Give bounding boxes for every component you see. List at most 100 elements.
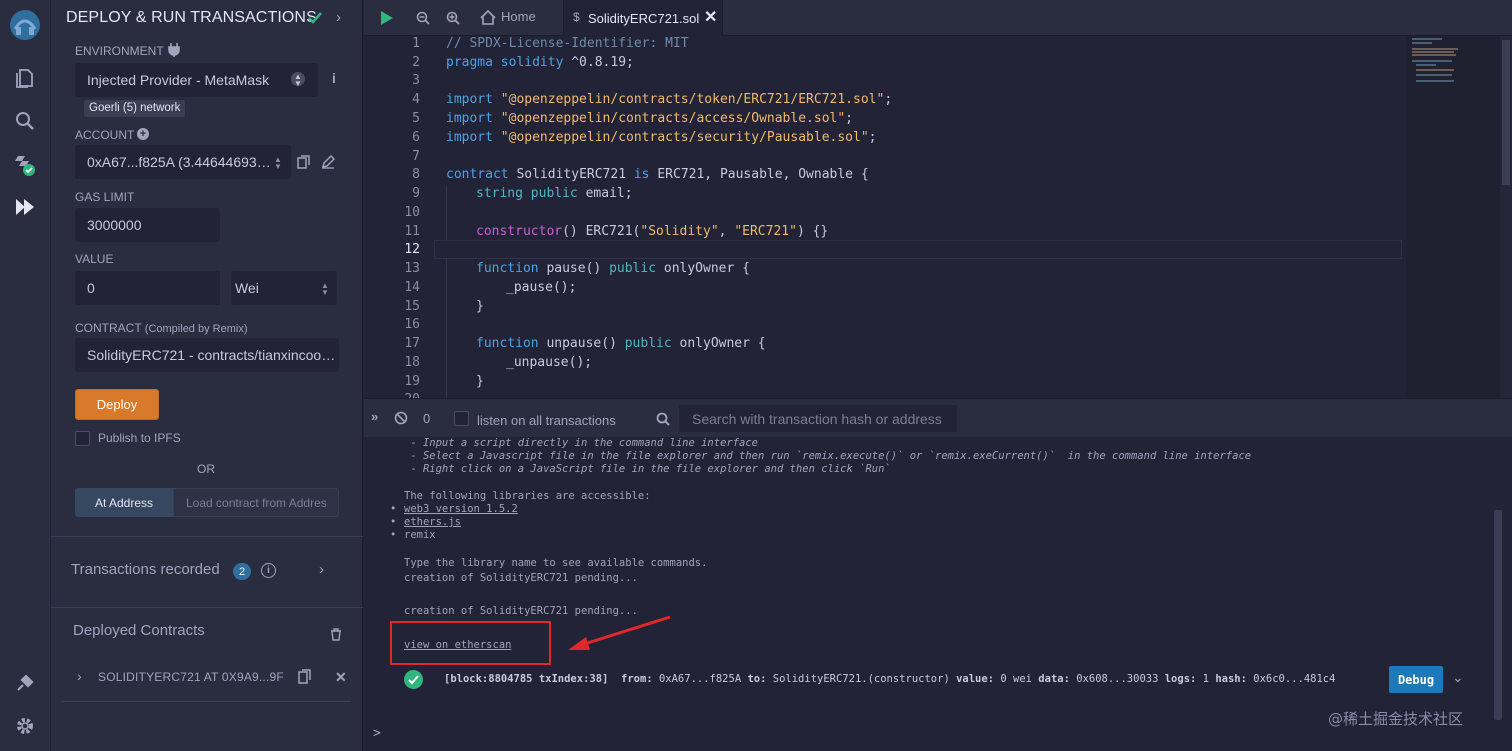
remix-logo-icon[interactable] <box>0 4 50 46</box>
terminal-line: remix <box>404 529 436 541</box>
plugin-manager-icon[interactable] <box>0 661 50 705</box>
copy-icon[interactable] <box>298 669 311 684</box>
deployed-contract-item[interactable]: SOLIDITYERC721 AT 0X9A9...9F <box>98 670 284 684</box>
select-arrows-icon: ▲ ▼ <box>321 281 329 297</box>
code-line: } <box>476 374 484 389</box>
line-number: 17 <box>404 336 420 351</box>
chevron-right-icon[interactable]: › <box>77 668 82 684</box>
line-number: 11 <box>404 224 420 239</box>
icon-bar <box>0 0 50 751</box>
active-file-name: SolidityERC721.sol <box>588 11 700 26</box>
divider <box>51 607 363 608</box>
file-explorer-icon[interactable] <box>0 56 50 100</box>
bullet: • <box>390 529 397 541</box>
ethers-link[interactable]: ethers.js <box>404 516 461 528</box>
line-number: 8 <box>412 167 420 182</box>
zoom-out-icon[interactable] <box>416 11 430 25</box>
clear-console-icon[interactable] <box>394 411 408 425</box>
line-number: 12 <box>404 242 420 257</box>
at-address-button[interactable]: At Address <box>75 488 173 517</box>
load-contract-input[interactable]: Load contract from Addres <box>173 488 339 517</box>
line-number: 14 <box>404 280 420 295</box>
zoom-in-icon[interactable] <box>446 11 460 25</box>
edit-icon[interactable] <box>321 155 335 169</box>
transaction-summary[interactable]: [block:8804785 txIndex:38] from: 0xA67..… <box>444 673 1335 685</box>
run-script-icon[interactable] <box>380 10 394 26</box>
chevron-right-icon[interactable]: › <box>319 561 324 578</box>
code-line: import "@openzeppelin/contracts/token/ER… <box>446 92 893 107</box>
chevron-right-icon[interactable]: › <box>336 9 341 26</box>
terminal-line: Type the library name to see available c… <box>404 557 708 569</box>
listen-label: listen on all transactions <box>477 413 616 428</box>
listen-checkbox[interactable] <box>454 411 469 426</box>
info-icon[interactable]: i <box>261 563 276 578</box>
account-select[interactable]: 0xA67...f825A (3.44644693… <box>75 145 291 179</box>
publish-ipfs-checkbox[interactable] <box>75 431 90 446</box>
terminal-line: The following libraries are accessible: <box>404 490 651 502</box>
transaction-search-input[interactable]: Search with transaction hash or address <box>679 405 957 432</box>
info-icon[interactable]: i <box>332 70 336 86</box>
settings-gear-icon[interactable] <box>0 704 50 748</box>
current-line-highlight <box>434 240 1402 259</box>
line-number: 7 <box>412 149 420 164</box>
code-line: function pause() public onlyOwner { <box>476 261 750 276</box>
search-icon[interactable] <box>0 99 50 143</box>
line-number: 18 <box>404 355 420 370</box>
watermark: @稀土掘金技术社区 <box>1328 710 1464 728</box>
gas-limit-label: GAS LIMIT <box>75 190 135 204</box>
line-number: 9 <box>412 186 420 201</box>
bullet: • <box>390 503 397 515</box>
pending-count: 0 <box>423 411 431 426</box>
line-number: 5 <box>412 111 420 126</box>
collapse-terminal-icon[interactable]: » <box>371 409 378 424</box>
transactions-count-badge: 2 <box>233 563 251 580</box>
debug-button[interactable]: Debug <box>1389 666 1443 693</box>
environment-label: ENVIRONMENT <box>75 44 164 58</box>
gas-limit-input[interactable]: 3000000 <box>75 208 220 242</box>
contract-sublabel: (Compiled by Remix) <box>144 323 248 335</box>
code-line: string public email; <box>476 186 633 201</box>
code-line: // SPDX-License-Identifier: MIT <box>446 36 689 51</box>
trash-icon[interactable] <box>330 628 342 641</box>
deploy-run-icon[interactable] <box>0 185 50 229</box>
check-icon <box>308 12 322 24</box>
search-icon <box>656 412 670 426</box>
code-editor[interactable]: 1 2 3 4 5 6 7 8 9 10 11 12 13 14 15 16 1… <box>364 36 1512 398</box>
web3-link[interactable]: web3 version 1.5.2 <box>404 503 518 515</box>
editor-scrollbar[interactable] <box>1500 36 1512 398</box>
success-check-icon <box>404 670 423 689</box>
terminal-prompt[interactable]: > <box>373 726 381 741</box>
line-number: 3 <box>412 73 420 88</box>
terminal-scrollbar[interactable] <box>1494 510 1502 720</box>
value-input[interactable]: 0 <box>75 271 220 305</box>
transactions-recorded-label[interactable]: Transactions recorded <box>71 561 220 578</box>
line-number: 19 <box>404 374 420 389</box>
line-number: 10 <box>404 205 420 220</box>
account-label: ACCOUNT <box>75 128 135 142</box>
code-line: contract SolidityERC721 is ERC721, Pausa… <box>446 167 869 182</box>
chevron-down-icon[interactable]: ⌄ <box>1452 670 1464 686</box>
code-line: import "@openzeppelin/contracts/security… <box>446 130 877 145</box>
code-line: pragma solidity ^0.8.19; <box>446 55 634 70</box>
panel-title: DEPLOY & RUN TRANSACTIONS <box>66 9 317 26</box>
solidity-compiler-icon[interactable] <box>0 143 50 187</box>
line-number: 1 <box>412 36 420 51</box>
contract-select[interactable]: SolidityERC721 - contracts/tianxincoo… <box>75 338 339 372</box>
line-number: 15 <box>404 299 420 314</box>
home-icon[interactable] <box>480 10 496 25</box>
terminal-output: - Input a script directly in the command… <box>364 437 1512 751</box>
terminal-line: - Select a Javascript file in the file e… <box>404 450 1252 462</box>
deploy-button[interactable]: Deploy <box>75 389 159 420</box>
terminal-line: - Input a script directly in the command… <box>404 437 759 449</box>
line-number: 13 <box>404 261 420 276</box>
copy-icon[interactable] <box>297 155 310 169</box>
close-icon[interactable]: ✕ <box>335 669 347 686</box>
tab-active-file[interactable]: $ SolidityERC721.sol ✕ <box>563 0 723 36</box>
environment-select[interactable]: Injected Provider - MetaMask <box>75 63 318 97</box>
add-account-icon[interactable]: + <box>137 128 149 140</box>
tab-home[interactable]: Home <box>501 9 536 24</box>
code-line: import "@openzeppelin/contracts/access/O… <box>446 111 853 126</box>
divider <box>61 701 351 702</box>
minimap[interactable] <box>1406 36 1502 398</box>
close-tab-icon[interactable]: ✕ <box>704 7 717 27</box>
